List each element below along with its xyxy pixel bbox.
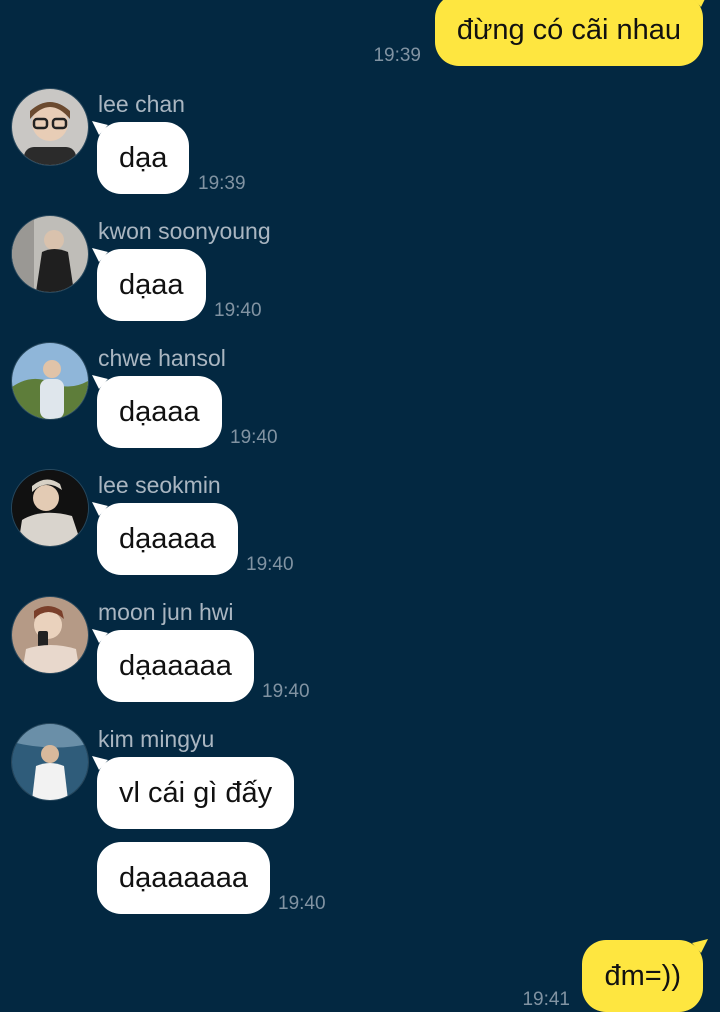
bubble-tail-icon	[92, 502, 108, 516]
message-bubble[interactable]: dạaaaa	[92, 502, 238, 575]
message-text: đừng có cãi nhau	[456, 14, 681, 46]
bubble-tail-icon	[692, 939, 708, 953]
avatar-photo-icon	[12, 724, 88, 800]
message-bubble[interactable]: đừng có cãi nhau	[434, 0, 705, 66]
message-time: 19:40	[246, 554, 294, 575]
message-time: 19:39	[198, 173, 246, 194]
message-time: 19:39	[373, 45, 421, 66]
bubble-tail-icon	[694, 0, 705, 7]
message-bubble[interactable]: dạaaa	[92, 375, 222, 448]
message-text: dạaaaaa	[119, 650, 232, 682]
message-bubble[interactable]: dạaaaaa	[92, 629, 254, 702]
message-text: vl cái gì đấy	[119, 777, 273, 809]
message-text: dạaaaa	[119, 523, 216, 555]
avatar-photo-icon	[12, 343, 88, 419]
message-time: 19:40	[230, 427, 278, 448]
bubble-tail-icon	[92, 121, 108, 135]
message-text: dạa	[119, 142, 168, 174]
sender-name: lee seokmin	[98, 472, 221, 498]
message-bubble[interactable]: dạa	[92, 121, 190, 194]
message-bubble[interactable]: dạaa	[92, 248, 206, 321]
avatar-kim-mingyu[interactable]	[12, 724, 88, 800]
message-bubble[interactable]: dạaaaaaa	[97, 842, 271, 914]
message-text: dạaaa	[119, 396, 200, 428]
sender-name: lee chan	[98, 91, 185, 117]
message-text: đm=))	[604, 960, 681, 992]
avatar-chwe-hansol[interactable]	[12, 343, 88, 419]
avatar-lee-chan[interactable]	[12, 89, 88, 165]
avatar-kwon-soonyoung[interactable]	[12, 216, 88, 292]
sender-name: moon jun hwi	[98, 599, 234, 625]
message-time: 19:41	[522, 989, 570, 1010]
message-time: 19:40	[278, 893, 326, 914]
sender-name: kwon soonyoung	[98, 218, 271, 244]
message-time: 19:40	[262, 681, 310, 702]
bubble-tail-icon	[92, 629, 108, 643]
bubble-tail-icon	[92, 375, 108, 389]
message-bubble[interactable]: đm=))	[582, 939, 708, 1012]
avatar-photo-icon	[12, 597, 88, 673]
avatar-lee-seokmin[interactable]	[12, 470, 88, 546]
message-text: dạaaaaaa	[119, 862, 249, 894]
avatar-photo-icon	[12, 89, 88, 165]
avatar-photo-icon	[12, 470, 88, 546]
avatar-moon-jun-hwi[interactable]	[12, 597, 88, 673]
bubble-tail-icon	[92, 248, 108, 262]
message-text: dạaa	[119, 269, 184, 301]
message-time: 19:40	[214, 300, 262, 321]
message-bubble[interactable]: vl cái gì đấy	[92, 756, 295, 829]
sender-name: chwe hansol	[98, 345, 226, 371]
avatar-photo-icon	[12, 216, 88, 292]
sender-name: kim mingyu	[98, 726, 215, 752]
bubble-tail-icon	[92, 756, 108, 770]
